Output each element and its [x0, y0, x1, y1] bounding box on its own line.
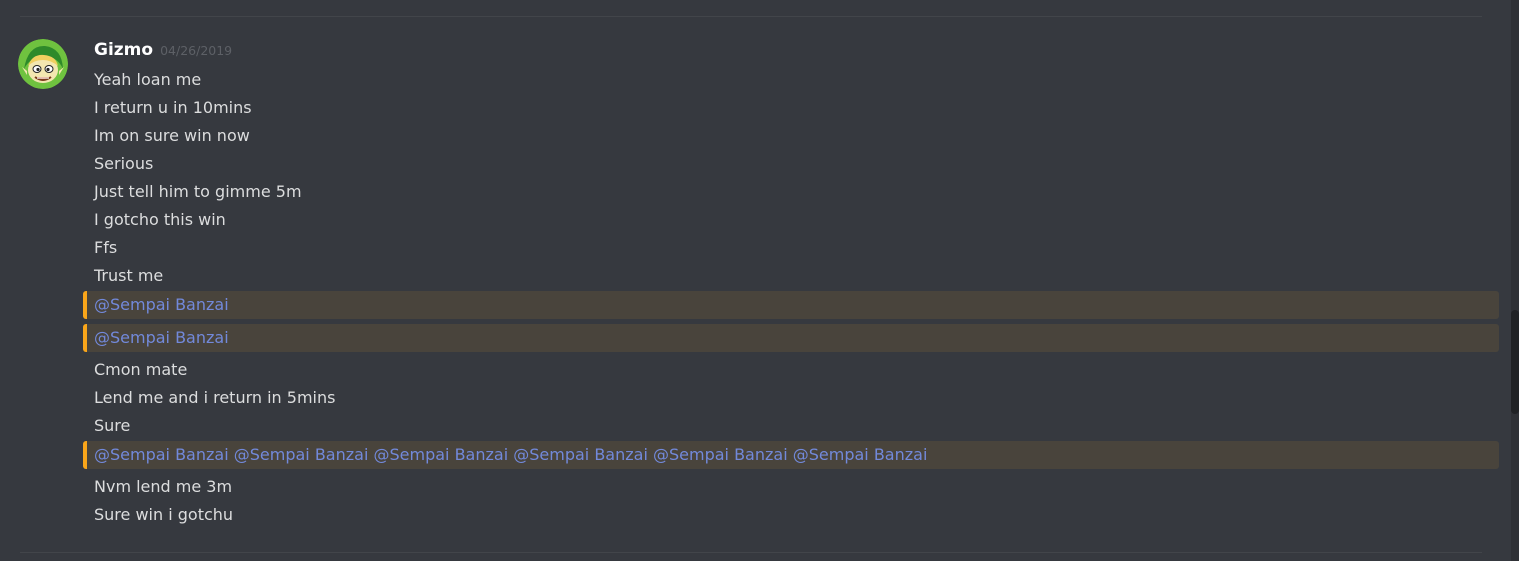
scrollbar-thumb[interactable] — [1511, 310, 1519, 414]
message-header: Gizmo 04/26/2019 — [94, 40, 232, 66]
message-divider-bottom — [20, 552, 1482, 553]
message-line: Im on sure win now — [94, 126, 250, 145]
user-mention[interactable]: @Sempai Banzai — [234, 445, 369, 464]
message-line: Just tell him to gimme 5m — [94, 182, 302, 201]
mention-message-content: @Sempai Banzai @Sempai Banzai @Sempai Ba… — [94, 441, 927, 469]
user-avatar[interactable] — [18, 39, 68, 89]
user-mention[interactable]: @Sempai Banzai — [94, 445, 229, 464]
message-divider-top — [20, 16, 1482, 17]
scrollbar-track[interactable] — [1511, 0, 1519, 561]
mention-message-highlight: @Sempai Banzai — [83, 291, 1499, 319]
message-line: Nvm lend me 3m — [94, 477, 233, 496]
user-mention[interactable]: @Sempai Banzai — [513, 445, 648, 464]
message-line: I return u in 10mins — [94, 98, 252, 117]
mention-message-content: @Sempai Banzai — [94, 324, 229, 352]
user-mention[interactable]: @Sempai Banzai — [374, 445, 509, 464]
mention-message-highlight: @Sempai Banzai — [83, 324, 1499, 352]
message-line: Cmon mate — [94, 360, 188, 379]
user-mention[interactable]: @Sempai Banzai — [793, 445, 928, 464]
mention-message-highlight: @Sempai Banzai @Sempai Banzai @Sempai Ba… — [83, 441, 1499, 469]
message-line: Serious — [94, 154, 154, 173]
message-line: Sure — [94, 416, 131, 435]
message-line: Lend me and i return in 5mins — [94, 388, 336, 407]
user-mention[interactable]: @Sempai Banzai — [653, 445, 788, 464]
user-mention[interactable]: @Sempai Banzai — [94, 328, 229, 347]
message-timestamp: 04/26/2019 — [160, 43, 233, 58]
message-line: I gotcho this win — [94, 210, 226, 229]
message-line: Ffs — [94, 238, 118, 257]
link-character-avatar-icon — [18, 39, 68, 89]
message-line: Trust me — [94, 266, 164, 285]
author-username[interactable]: Gizmo — [94, 40, 153, 60]
user-mention[interactable]: @Sempai Banzai — [94, 295, 229, 314]
message-line: Yeah loan me — [94, 70, 202, 89]
message-line: Sure win i gotchu — [94, 505, 234, 524]
mention-message-content: @Sempai Banzai — [94, 291, 229, 319]
